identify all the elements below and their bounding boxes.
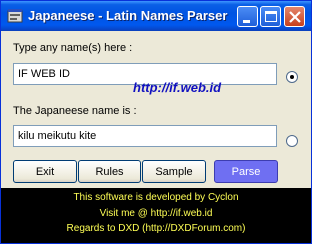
output-radio[interactable] bbox=[286, 135, 298, 147]
app-icon bbox=[7, 8, 23, 24]
minimize-button[interactable] bbox=[237, 6, 258, 27]
title-bar[interactable]: Japaneese - Latin Names Parser bbox=[1, 1, 311, 31]
watermark-url: http://if.web.id bbox=[133, 80, 222, 95]
credits-line-2: Visit me @ http://if.web.id bbox=[99, 208, 213, 219]
maximize-button[interactable] bbox=[260, 6, 281, 27]
credits-footer: This software is developed by Cyclon Vis… bbox=[1, 188, 311, 243]
close-button[interactable] bbox=[284, 6, 305, 27]
exit-button[interactable]: Exit bbox=[13, 160, 77, 183]
sample-button[interactable]: Sample bbox=[142, 160, 206, 183]
maximize-icon bbox=[265, 11, 277, 22]
output-label: The Japaneese name is : bbox=[13, 105, 137, 117]
credits-line-3: Regards to DXD (http://DXDForum.com) bbox=[66, 223, 246, 234]
radio-selected-dot bbox=[290, 75, 294, 79]
japanese-name-output[interactable] bbox=[13, 125, 277, 147]
input-radio[interactable] bbox=[286, 71, 298, 83]
minimize-icon bbox=[243, 20, 250, 23]
main-window: Japaneese - Latin Names Parser Type any … bbox=[0, 0, 312, 244]
close-icon bbox=[289, 11, 301, 23]
input-label: Type any name(s) here : bbox=[13, 42, 133, 54]
parse-button[interactable]: Parse bbox=[214, 160, 278, 183]
credits-line-1: This software is developed by Cyclon bbox=[73, 192, 239, 203]
window-title: Japaneese - Latin Names Parser bbox=[28, 8, 228, 23]
rules-button[interactable]: Rules bbox=[78, 160, 141, 183]
